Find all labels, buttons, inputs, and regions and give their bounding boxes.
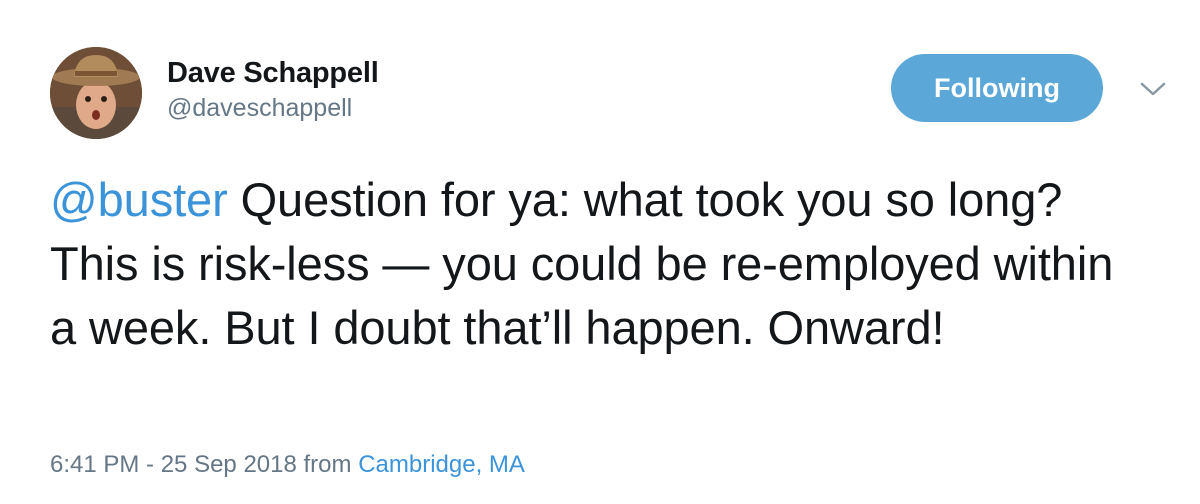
tweet-text: @buster Question for ya: what took you s… xyxy=(50,168,1140,360)
timestamp-link[interactable]: 6:41 PM - 25 Sep 2018 xyxy=(50,451,297,478)
tweet-card: Dave Schappell @daveschappell Following … xyxy=(0,0,1200,504)
author-info: Dave Schappell @daveschappell xyxy=(167,56,379,123)
tweet-meta: 6:41 PM - 25 Sep 2018 from Cambridge, MA xyxy=(50,450,525,480)
from-label: from xyxy=(296,451,359,478)
avatar[interactable] xyxy=(50,47,142,139)
location-link[interactable]: Cambridge, MA xyxy=(358,451,525,478)
avatar-image xyxy=(50,47,142,139)
mention-link[interactable]: @buster xyxy=(50,173,228,226)
author-handle[interactable]: @daveschappell xyxy=(167,93,379,123)
author-display-name[interactable]: Dave Schappell xyxy=(167,56,379,90)
more-options-button[interactable] xyxy=(1138,78,1168,100)
following-button[interactable]: Following xyxy=(891,54,1103,122)
chevron-down-icon xyxy=(1140,82,1166,96)
